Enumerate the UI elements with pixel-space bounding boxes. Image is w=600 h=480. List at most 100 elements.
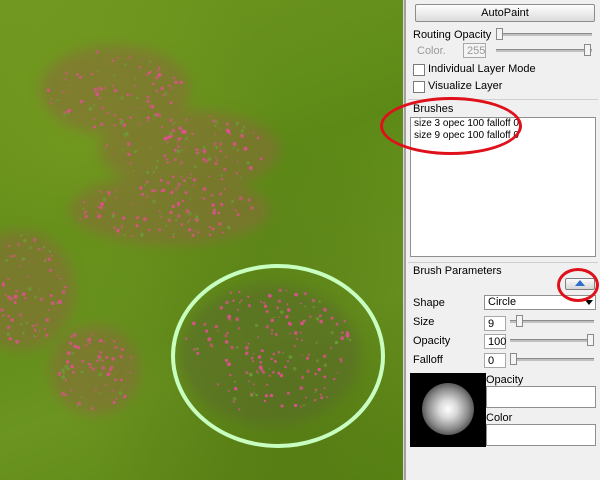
flower-dot: [115, 398, 118, 400]
flower-dot: [98, 86, 101, 90]
flower-dot: [252, 383, 255, 386]
routing-opacity-slider[interactable]: [496, 28, 592, 40]
flower-dot: [238, 290, 241, 294]
visualize-layer-checkbox[interactable]: [413, 81, 425, 93]
flower-dot: [175, 219, 178, 222]
flower-dot: [270, 357, 273, 361]
flower-dot: [78, 75, 82, 79]
flower-dot: [280, 404, 284, 408]
flower-dot: [245, 371, 249, 375]
flower-dot: [92, 125, 96, 129]
brush-list[interactable]: size 3 opec 100 falloff 0 size 9 opec 10…: [410, 117, 596, 257]
flower-dot: [146, 116, 150, 120]
flower-dot: [43, 328, 46, 331]
flower-dot: [278, 288, 282, 292]
shape-select[interactable]: Circle: [484, 295, 596, 310]
color-label: Color.: [417, 45, 446, 57]
flower-dot: [97, 205, 100, 208]
flower-dot: [98, 96, 101, 100]
flower-dot: [100, 122, 104, 127]
preview-color-box[interactable]: [486, 424, 596, 446]
flower-dot: [118, 391, 123, 395]
flower-dot: [163, 154, 167, 158]
size-field[interactable]: 9: [484, 316, 506, 331]
flower-dot: [99, 392, 102, 395]
flower-dot: [155, 76, 159, 80]
opacity-field[interactable]: 100: [484, 334, 506, 349]
autopaint-button[interactable]: AutoPaint: [415, 4, 595, 22]
preview-opacity-box[interactable]: [486, 386, 596, 408]
flower-dot: [153, 113, 157, 117]
individual-layer-checkbox[interactable]: [413, 64, 425, 76]
flower-dot: [8, 337, 12, 341]
flower-dot: [336, 371, 339, 374]
flower-dot: [315, 341, 318, 344]
flower-dot: [273, 316, 275, 319]
flower-dot: [165, 224, 168, 227]
flower-dot: [227, 314, 232, 319]
flower-dot: [301, 339, 304, 342]
flower-dot: [270, 332, 273, 335]
opacity-slider[interactable]: [510, 334, 594, 346]
flower-dot: [244, 351, 249, 356]
flower-dot: [323, 387, 326, 390]
flower-dot: [213, 142, 217, 146]
flower-dot: [238, 301, 241, 304]
flower-dot: [174, 197, 177, 200]
flower-dot: [273, 360, 277, 363]
flower-dot: [268, 374, 271, 377]
shape-label: Shape: [413, 297, 445, 309]
color-value-field[interactable]: 255: [463, 43, 486, 58]
flower-dot: [202, 187, 207, 191]
flower-dot: [263, 399, 267, 403]
size-slider[interactable]: [510, 315, 594, 327]
flower-dot: [90, 333, 93, 336]
flower-dot: [247, 198, 251, 202]
flower-dot: [232, 147, 235, 150]
flower-dot: [314, 391, 317, 393]
flower-dot: [255, 370, 259, 373]
flower-dot: [216, 383, 220, 386]
flower-dot: [47, 308, 50, 311]
flower-dot: [163, 136, 168, 141]
flower-dot: [123, 394, 127, 399]
terrain-canvas[interactable]: [0, 0, 403, 480]
falloff-slider[interactable]: [510, 353, 594, 365]
color-slider[interactable]: [496, 44, 592, 56]
falloff-field[interactable]: 0: [484, 353, 506, 368]
flower-dot: [300, 405, 302, 408]
flower-dot: [112, 74, 115, 77]
brush-list-item[interactable]: size 9 opec 100 falloff 0: [411, 130, 595, 142]
flower-dot: [50, 254, 54, 257]
collapse-button[interactable]: [565, 278, 595, 290]
flower-dot: [126, 142, 131, 146]
flower-dot: [309, 315, 312, 319]
flower-dot: [299, 386, 304, 390]
flower-dot: [286, 303, 289, 306]
brush-list-item[interactable]: size 3 opec 100 falloff 0: [411, 118, 595, 130]
terrain-viewport[interactable]: [0, 0, 403, 480]
flower-dot: [243, 146, 248, 151]
flower-dot: [170, 190, 174, 194]
flower-dot: [128, 56, 131, 59]
flower-dot: [189, 177, 192, 180]
flower-dot: [184, 180, 187, 183]
flower-dot: [77, 366, 80, 368]
flower-dot: [246, 161, 250, 165]
flower-dot: [123, 233, 126, 237]
flower-dot: [235, 317, 240, 322]
flower-dot: [259, 360, 263, 364]
flower-dot: [88, 106, 93, 111]
flower-dot: [259, 300, 263, 303]
flower-dot: [57, 373, 61, 376]
flower-dot: [256, 136, 260, 139]
flower-dot: [174, 188, 178, 191]
flower-dot: [216, 159, 219, 162]
flower-dot: [220, 202, 224, 207]
flower-dot: [123, 123, 127, 127]
flower-dot: [99, 339, 103, 343]
flower-dot: [145, 73, 148, 76]
flower-dot: [100, 88, 104, 91]
flower-dot: [255, 393, 258, 397]
flower-dot: [305, 396, 308, 399]
